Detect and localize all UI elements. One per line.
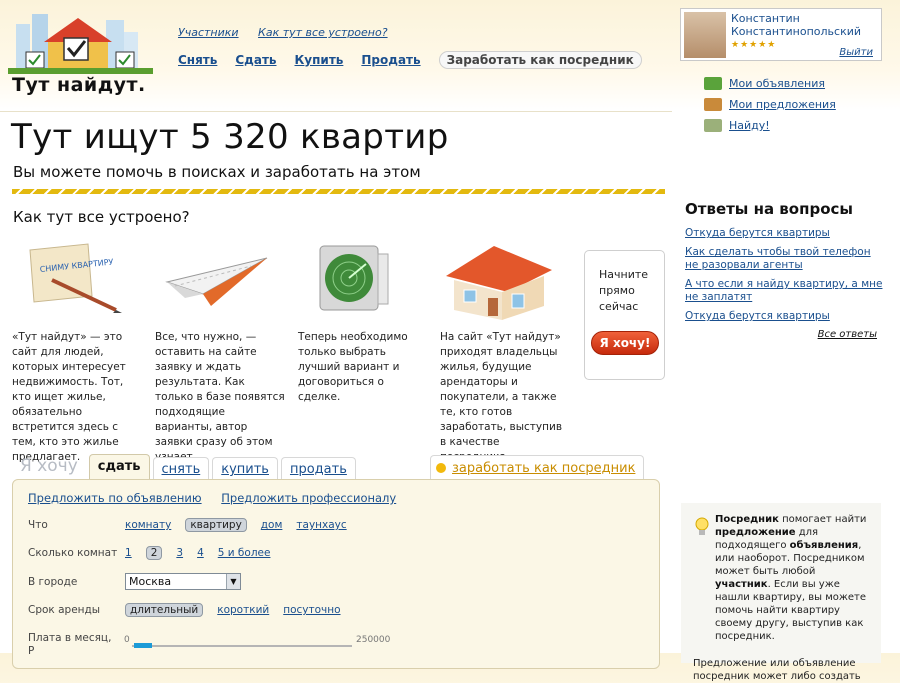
top-links: Участники Как тут все устроено?	[178, 26, 404, 39]
term-long[interactable]: длительный	[125, 603, 204, 617]
city-label: В городе	[28, 575, 78, 588]
faq-item[interactable]: А что если я найду квартиру, а мне не за…	[685, 278, 885, 304]
term-daily[interactable]: посуточно	[283, 604, 340, 616]
main-nav: Снять Сдать Купить Продать Заработать ка…	[178, 51, 642, 69]
rooms-option[interactable]: 3	[176, 547, 183, 559]
price-slider-track[interactable]	[132, 645, 352, 647]
step-4: На сайт «Тут найдут» приходят владельцы …	[440, 240, 570, 465]
agent-info-text: Посредник помогает найти предложение для…	[693, 513, 873, 683]
menu-find[interactable]: Найду!	[704, 118, 836, 133]
i-want-button[interactable]: Я хочу!	[591, 331, 659, 355]
rooms-option[interactable]: 5 и более	[218, 547, 271, 559]
faq-item[interactable]: Откуда берутся квартиры	[685, 227, 885, 240]
tab-earn-agent[interactable]: заработать как посредник	[430, 455, 645, 480]
faq-item[interactable]: Откуда берутся квартиры	[685, 310, 885, 323]
term-label: Срок аренды	[28, 604, 101, 616]
how-it-works-link[interactable]: Как тут все устроено?	[258, 26, 388, 39]
header-divider	[0, 111, 672, 112]
decorative-stripe	[12, 189, 665, 194]
rooms-row: Сколько комнат 1 2 3 4 5 и более	[28, 546, 284, 560]
participants-link[interactable]: Участники	[178, 26, 239, 39]
term-short[interactable]: короткий	[217, 604, 269, 616]
what-label: Что	[28, 519, 48, 531]
ads-icon	[704, 77, 722, 90]
price-label: Плата в месяц, Р	[28, 632, 112, 657]
step-2: Все, что нужно, — оставить на сайте заяв…	[155, 240, 285, 465]
house-illustration	[440, 240, 560, 320]
step-2-text: Все, что нужно, — оставить на сайте заяв…	[155, 331, 285, 463]
nav-sell[interactable]: Продать	[361, 53, 420, 67]
option-house[interactable]: дом	[261, 519, 283, 531]
rooms-label: Сколько комнат	[28, 547, 118, 559]
all-answers-link[interactable]: Все ответы	[685, 329, 885, 340]
chevron-down-icon: ▼	[226, 574, 240, 589]
paper-plane-illustration	[155, 240, 275, 320]
cta-text: Начните прямо сейчас	[599, 268, 649, 313]
page-title: Тут ищут 5 320 квартир	[11, 117, 449, 157]
price-max: 250000	[356, 635, 391, 645]
term-row: Срок аренды длительный короткий посуточн…	[28, 603, 355, 617]
option-apartment[interactable]: квартиру	[185, 518, 247, 532]
cta-box: Начните прямо сейчас Я хочу!	[584, 250, 665, 380]
avatar[interactable]	[684, 12, 726, 58]
nav-let[interactable]: Сдать	[235, 53, 276, 67]
intent-tabs: Я хочу сдать снять купить продать	[14, 452, 356, 482]
tab-let[interactable]: сдать	[88, 454, 150, 482]
what-row: Что комнату квартиру дом таунхаус	[28, 518, 361, 532]
page-subtitle: Вы можете помочь в поисках и заработать …	[13, 163, 421, 181]
step-3: Теперь необходимо только выбрать лучший …	[298, 240, 428, 405]
rating-stars: ★★★★★	[731, 40, 777, 50]
offer-to-pro-link[interactable]: Предложить профессионалу	[221, 491, 396, 505]
menu-my-ads[interactable]: Мои объявления	[704, 76, 836, 91]
offer-links: Предложить по объявлению Предложить проф…	[28, 491, 412, 505]
nav-rent[interactable]: Снять	[178, 53, 217, 67]
menu-my-ads-label: Мои объявления	[729, 77, 826, 90]
faq-section: Ответы на вопросы Откуда берутся квартир…	[685, 200, 885, 340]
found-icon	[704, 119, 722, 132]
nav-earn-agent[interactable]: Заработать как посредник	[438, 51, 642, 69]
user-first-name: Константин	[731, 12, 800, 25]
rooms-option[interactable]: 1	[125, 547, 132, 559]
user-menu: Мои объявления Мои предложения Найду!	[704, 76, 836, 139]
city-value: Москва	[129, 575, 172, 588]
sign-illustration: СНИМУ КВАРТИРУ	[12, 240, 132, 320]
user-box: Константин Константинопольский ★★★★★ Вый…	[680, 8, 882, 61]
step-4-text: На сайт «Тут найдут» приходят владельцы …	[440, 331, 563, 463]
agent-info-box: Посредник помогает найти предложение для…	[681, 503, 881, 682]
nav-buy[interactable]: Купить	[295, 53, 344, 67]
agent-info-p2: Предложение или объявление посредник мож…	[693, 658, 861, 682]
city-select[interactable]: Москва ▼	[125, 573, 241, 590]
price-row: Плата в месяц, Р	[28, 632, 118, 658]
rooms-option[interactable]: 2	[145, 546, 163, 560]
faq-item[interactable]: Как сделать чтобы твой телефон не разорв…	[685, 246, 885, 272]
logout-link[interactable]: Выйти	[839, 47, 873, 58]
offer-by-ad-link[interactable]: Предложить по объявлению	[28, 491, 202, 505]
tab-earn-agent-label: заработать как посредник	[452, 460, 636, 476]
price-min: 0	[124, 635, 130, 645]
option-townhouse[interactable]: таунхаус	[296, 519, 346, 531]
radar-illustration	[298, 240, 418, 320]
user-name[interactable]: Константин Константинопольский	[731, 12, 861, 38]
step-1: СНИМУ КВАРТИРУ «Тут найдут» — это сайт д…	[12, 240, 142, 465]
user-last-name: Константинопольский	[731, 25, 862, 38]
city-row: В городе Москва ▼	[28, 573, 241, 590]
logo-text: Тут найдут.	[12, 74, 146, 96]
menu-my-offers-label: Мои предложения	[729, 98, 836, 111]
menu-find-label: Найду!	[729, 119, 770, 132]
coin-icon	[436, 463, 446, 473]
search-form-panel: Предложить по объявлению Предложить проф…	[12, 479, 660, 669]
rooms-option[interactable]: 4	[197, 547, 204, 559]
menu-my-offers[interactable]: Мои предложения	[704, 97, 836, 112]
how-it-works-title: Как тут все устроено?	[13, 208, 190, 226]
step-1-text: «Тут найдут» — это сайт для людей, котор…	[12, 331, 126, 463]
price-slider-handle[interactable]	[134, 643, 152, 648]
offers-icon	[704, 98, 722, 111]
step-3-text: Теперь необходимо только выбрать лучший …	[298, 331, 408, 403]
faq-title: Ответы на вопросы	[685, 200, 853, 218]
option-room[interactable]: комнату	[125, 519, 171, 531]
